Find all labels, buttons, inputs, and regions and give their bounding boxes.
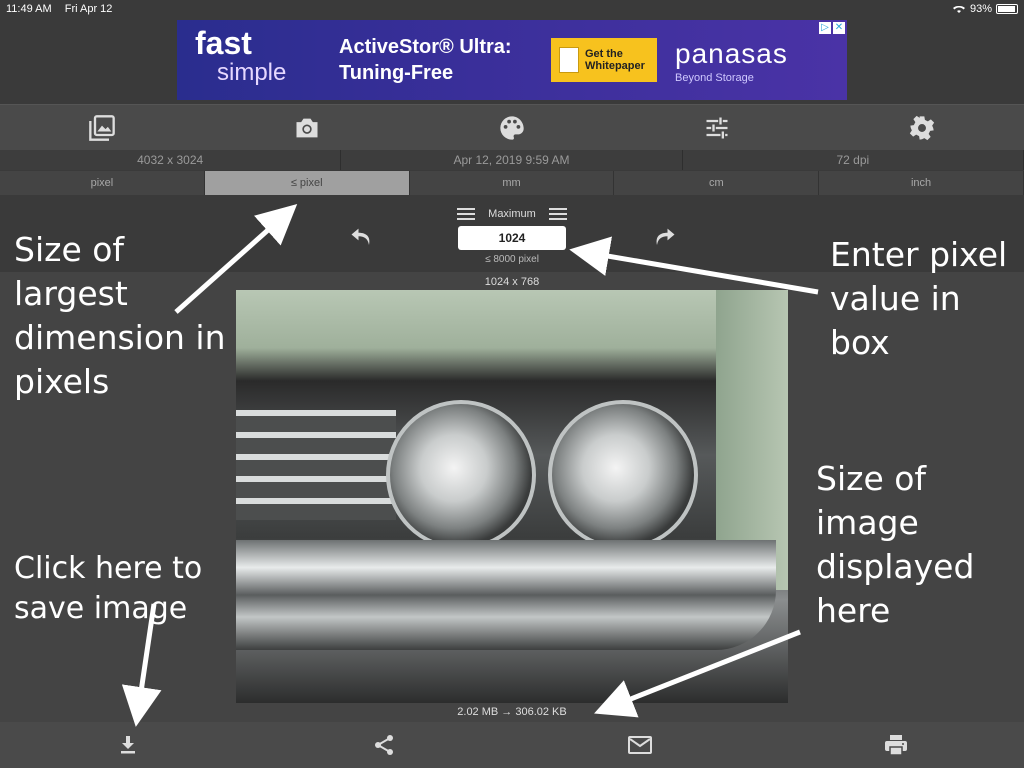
image-info-row: 4032 x 3024 Apr 12, 2019 9:59 AM 72 dpi (0, 150, 1024, 170)
gallery-icon (89, 114, 116, 141)
settings-button[interactable] (819, 105, 1024, 150)
ad-cta-line1: Get the (585, 48, 623, 60)
preview-photo[interactable] (236, 290, 788, 703)
gear-icon (909, 115, 934, 140)
bottom-toolbar (0, 722, 1024, 768)
unit-pixel[interactable]: pixel (0, 171, 205, 195)
wifi-icon (952, 5, 965, 13)
capture-date: Apr 12, 2019 9:59 AM (341, 150, 683, 170)
print-icon (885, 735, 907, 756)
menu-icon[interactable] (457, 208, 475, 220)
annotation-save-image: Click here to save image (14, 551, 203, 626)
ad-brand-line1: fast (195, 25, 252, 61)
battery-percent: 93% (969, 3, 992, 15)
undo-button[interactable] (348, 224, 376, 257)
status-bar: 11:49 AM Fri Apr 12 93% (0, 0, 1024, 18)
close-icon[interactable]: ✕ (833, 22, 845, 34)
palette-button[interactable] (410, 105, 615, 150)
redo-icon (656, 228, 675, 245)
top-toolbar (0, 104, 1024, 150)
undo-icon (351, 228, 370, 245)
mail-button[interactable] (512, 722, 768, 768)
unit-mm[interactable]: mm (410, 171, 615, 195)
mode-label: Maximum (488, 208, 536, 220)
ad-cta-line2: Whitepaper (585, 60, 645, 72)
camera-icon (296, 118, 318, 137)
mail-icon (628, 736, 652, 754)
range-note: ≤ 8000 pixel (485, 254, 539, 265)
unit-inch[interactable]: inch (819, 171, 1024, 195)
ad-headline-line1: ActiveStor® Ultra: (339, 36, 512, 58)
unit-cm[interactable]: cm (614, 171, 820, 195)
download-icon (121, 736, 135, 754)
ad-close[interactable]: ▷ ✕ (819, 22, 845, 34)
unit-selector: pixel ≤ pixel mm cm inch (0, 171, 1024, 195)
share-icon (375, 735, 393, 755)
image-dpi: 72 dpi (683, 150, 1024, 170)
ad-headline-line2: Tuning-Free (339, 62, 454, 84)
pixel-value-input[interactable] (458, 226, 566, 250)
mode-selector[interactable]: Maximum (457, 206, 567, 222)
unit-max-pixel[interactable]: ≤ pixel (204, 171, 410, 195)
status-time: 11:49 AM (6, 3, 52, 15)
sliders-icon (706, 117, 728, 138)
ad-brand-line2: simple (217, 59, 287, 86)
file-size-change: 2.02 MB → 306.02 KB (457, 706, 567, 718)
annotation-enter-value: Enter pixel value in box (830, 235, 1008, 362)
ad-logo-sub: Beyond Storage (675, 72, 754, 84)
gallery-button[interactable] (0, 105, 205, 150)
print-button[interactable] (768, 722, 1024, 768)
ad-banner[interactable]: fast simple ActiveStor® Ultra: Tuning-Fr… (177, 20, 847, 100)
adjustments-button[interactable] (614, 105, 819, 150)
ad-cta-button[interactable]: Get the Whitepaper (551, 38, 657, 82)
ad-brand: fast simple (195, 25, 287, 88)
redo-button[interactable] (650, 224, 678, 257)
document-icon (559, 47, 579, 73)
status-date: Fri Apr 12 (64, 3, 113, 15)
ad-headline: ActiveStor® Ultra: Tuning-Free (339, 34, 512, 86)
palette-icon (500, 115, 524, 140)
annotation-largest-dimension: Size of largest dimension in pixels (14, 230, 226, 401)
battery-icon (996, 4, 1018, 14)
ad-logo: panasas (675, 38, 788, 69)
save-button[interactable] (0, 722, 256, 768)
share-button[interactable] (256, 722, 512, 768)
ad-area: fast simple ActiveStor® Ultra: Tuning-Fr… (0, 18, 1024, 102)
original-dimensions: 4032 x 3024 (0, 150, 342, 170)
menu-icon-right[interactable] (548, 208, 567, 220)
adchoices-icon[interactable]: ▷ (819, 22, 831, 34)
camera-button[interactable] (205, 105, 410, 150)
annotation-image-size: Size of image displayed here (816, 459, 975, 630)
